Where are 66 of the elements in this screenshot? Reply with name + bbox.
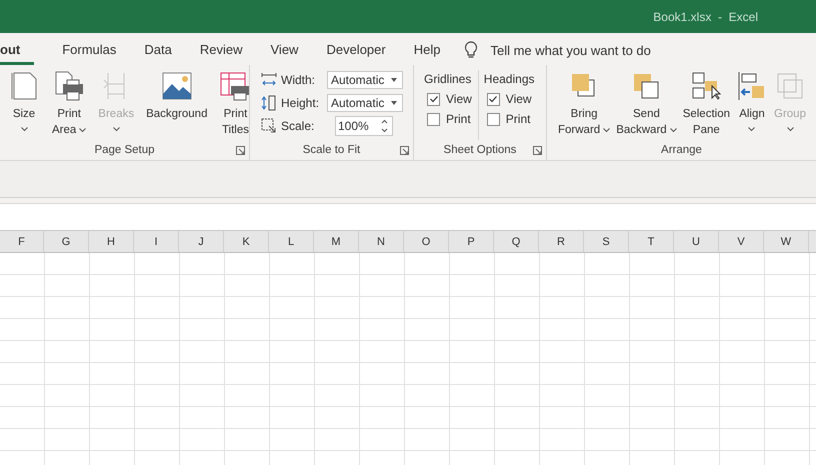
column-header[interactable]: W <box>764 231 809 252</box>
ribbon-button[interactable]: Bring Forward <box>555 70 614 140</box>
ribbon-tab[interactable]: Formulas <box>48 36 130 65</box>
option-heading: Headings <box>484 72 534 86</box>
column-header[interactable]: N <box>359 231 404 252</box>
vertical-arrows-icon <box>261 95 277 111</box>
column-header[interactable]: G <box>44 231 89 252</box>
lightbulb-icon <box>464 41 478 59</box>
selection-pane-icon <box>690 70 722 102</box>
horizontal-arrows-icon <box>261 72 277 88</box>
ribbon-button[interactable]: Background <box>140 70 214 140</box>
option-heading: Gridlines <box>424 72 472 86</box>
spinner-field[interactable]: 100% <box>335 116 393 136</box>
dialog-launcher-icon[interactable] <box>533 146 542 155</box>
group-label: Sheet Options <box>444 144 516 156</box>
column-header[interactable]: O <box>404 231 449 252</box>
dropdown-field[interactable]: Automatic <box>327 71 403 89</box>
checkbox[interactable]: Print <box>484 112 534 126</box>
group-label: Scale to Fit <box>302 144 360 156</box>
ribbon-button[interactable]: Print Area <box>46 70 92 140</box>
ribbon-tab[interactable]: Developer <box>312 36 400 65</box>
column-header[interactable]: H <box>89 231 134 252</box>
window-title: Book1.xlsx - Excel <box>653 10 758 24</box>
checkbox[interactable]: View <box>424 92 472 106</box>
field-label: Height: <box>281 96 320 110</box>
column-header[interactable]: M <box>314 231 359 252</box>
resize-box-icon <box>261 118 277 134</box>
column-header[interactable]: P <box>449 231 494 252</box>
column-header[interactable]: V <box>719 231 764 252</box>
checkmark-icon <box>428 94 438 104</box>
field-label: Scale: <box>281 119 316 133</box>
column-header[interactable]: L <box>269 231 314 252</box>
dropdown-arrow-icon <box>391 78 397 82</box>
ribbon-button[interactable]: Selection Pane <box>680 70 733 140</box>
ribbon-button[interactable]: Print Titles <box>213 70 258 140</box>
ribbon-button[interactable]: Size <box>2 70 46 140</box>
tell-me-search[interactable]: Tell me what you want to do <box>464 35 651 65</box>
ribbon-button[interactable]: Align <box>733 70 771 140</box>
column-header[interactable]: U <box>674 231 719 252</box>
dialog-launcher-icon[interactable] <box>400 146 409 155</box>
checkbox[interactable]: View <box>484 92 534 106</box>
spinner-arrows-icon <box>381 119 388 133</box>
ribbon-tab[interactable]: Help <box>400 36 454 65</box>
checkbox[interactable]: Print <box>424 112 472 126</box>
print-titles-icon <box>219 70 252 102</box>
column-header[interactable]: S <box>584 231 629 252</box>
column-header[interactable]: T <box>629 231 674 252</box>
print-area-icon <box>53 70 86 102</box>
column-header[interactable]: Q <box>494 231 539 252</box>
ribbon-tab[interactable]: View <box>256 36 312 65</box>
dropdown-field[interactable]: Automatic <box>327 94 403 112</box>
ribbon-button[interactable]: Send Backward <box>613 70 680 140</box>
ribbon-tab[interactable]: Review <box>186 36 256 65</box>
column-header[interactable]: I <box>134 231 179 252</box>
column-header[interactable]: K <box>224 231 269 252</box>
field-label: Width: <box>281 73 316 87</box>
column-header[interactable]: F <box>0 231 44 252</box>
group-label: Arrange <box>661 144 702 156</box>
checkmark-icon <box>488 94 498 104</box>
dropdown-arrow-icon <box>391 101 397 105</box>
group-label: Page Setup <box>94 144 155 156</box>
ribbon-tab[interactable]: Data <box>130 36 186 65</box>
dialog-launcher-icon[interactable] <box>236 146 245 155</box>
column-header[interactable]: J <box>179 231 224 252</box>
column-header[interactable]: R <box>539 231 584 252</box>
background-icon <box>160 70 193 102</box>
